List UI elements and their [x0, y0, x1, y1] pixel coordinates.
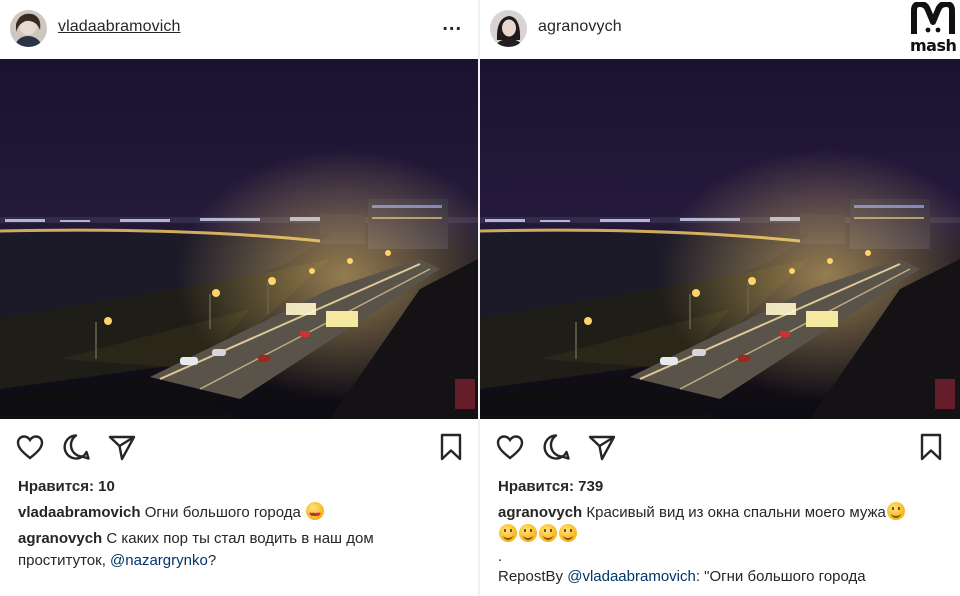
- avatar[interactable]: [490, 10, 527, 47]
- repost-mention[interactable]: @vladaabramovich: [567, 568, 696, 585]
- caption-username[interactable]: vladaabramovich: [18, 504, 141, 521]
- heart-eyes-emoji-icon: [306, 502, 325, 527]
- caption-username[interactable]: agranovych: [498, 504, 582, 521]
- smile-emoji-icon: [886, 502, 905, 520]
- username[interactable]: agranovych: [538, 18, 622, 36]
- post-photo: [480, 59, 960, 419]
- repost-prefix: RepostBy: [498, 568, 564, 585]
- comment-mention[interactable]: @nazargrynko: [110, 552, 208, 569]
- more-options-icon[interactable]: ...: [442, 13, 462, 36]
- avatar[interactable]: [10, 10, 47, 47]
- repost-line: RepostBy @vladaabramovich: "Огни большог…: [498, 566, 946, 588]
- comment-icon[interactable]: [541, 432, 571, 462]
- repost-text: : "Огни большого города: [695, 568, 866, 585]
- username[interactable]: vladaabramovich: [58, 18, 180, 36]
- post-header: vladaabramovich ...: [0, 0, 478, 58]
- action-bar: [480, 432, 960, 466]
- bookmark-icon[interactable]: [916, 432, 946, 462]
- post-caption: agranovych Красивый вид из окна спальни …: [498, 502, 918, 546]
- logo-text: mash: [910, 36, 957, 55]
- action-bar: [0, 432, 478, 466]
- comment-username[interactable]: agranovych: [18, 530, 102, 547]
- share-icon[interactable]: [587, 432, 617, 462]
- smile-emoji-icon: [539, 524, 557, 542]
- smile-emoji-icon: [559, 524, 577, 542]
- share-icon[interactable]: [107, 432, 137, 462]
- mash-logo: mash: [910, 1, 957, 55]
- smile-emoji-icon: [519, 524, 537, 542]
- post-photo: [0, 59, 478, 419]
- likes-count[interactable]: Нравится: 10: [18, 478, 115, 495]
- post-header: agranovych mash: [480, 0, 960, 58]
- likes-count[interactable]: Нравится: 739: [498, 478, 603, 495]
- caption-dot: .: [498, 548, 503, 565]
- comment-icon[interactable]: [61, 432, 91, 462]
- comment: agranovych С каких пор ты стал водить в …: [18, 528, 464, 572]
- post-left: vladaabramovich ... Нравится: 10 vladaab…: [0, 0, 478, 596]
- caption-text: Красивый вид из окна спальни моего мужа: [586, 504, 886, 521]
- caption-text: Огни большого города: [144, 504, 301, 521]
- heart-icon[interactable]: [495, 432, 525, 462]
- comment-suffix: ?: [207, 552, 217, 569]
- post-right: agranovych mash Нравится: 739 agranovych…: [480, 0, 960, 596]
- bookmark-icon[interactable]: [436, 432, 466, 462]
- post-caption: vladaabramovich Огни большого города: [18, 502, 464, 527]
- smile-emoji-icon: [499, 524, 517, 542]
- heart-icon[interactable]: [15, 432, 45, 462]
